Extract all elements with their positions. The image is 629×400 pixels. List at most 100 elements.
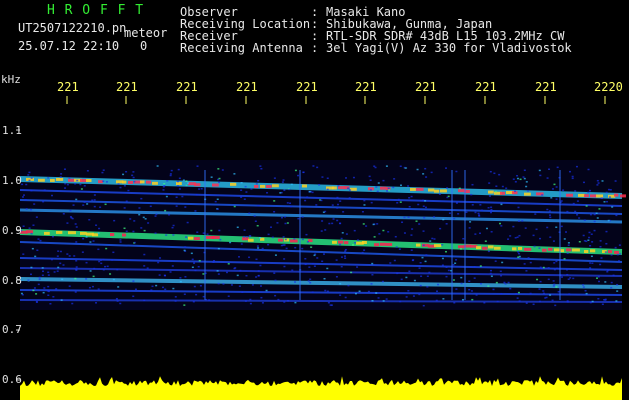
noise-speck [499, 222, 502, 225]
noise-speck [354, 292, 357, 295]
noise-speck [397, 198, 400, 201]
noise-speck [509, 235, 512, 237]
echo-speck [140, 180, 145, 184]
noise-speck [191, 266, 194, 269]
noise-speck [473, 266, 476, 268]
noise-speck [85, 236, 88, 238]
noise-speck [445, 275, 448, 278]
noise-speck [522, 176, 525, 178]
noise-speck [88, 219, 91, 221]
noise-speck [75, 260, 78, 262]
noise-speck [51, 194, 54, 197]
noise-speck [31, 247, 34, 250]
echo-speck [416, 243, 421, 247]
noise-speck [248, 256, 251, 259]
noise-speck [133, 241, 136, 244]
noise-speck [607, 188, 610, 191]
noise-speck [375, 292, 378, 294]
noise-speck [606, 270, 609, 273]
noise-speck [320, 230, 323, 232]
noise-speck [339, 282, 342, 285]
noise-speck [282, 244, 285, 246]
noise-speck [27, 174, 30, 176]
echo-speck [440, 189, 447, 193]
noise-speck [20, 292, 23, 295]
noise-speck [420, 275, 423, 278]
noise-speck [321, 220, 324, 222]
noise-speck [98, 227, 101, 230]
noise-speck [538, 300, 541, 303]
noise-speck [196, 165, 199, 167]
noise-speck [206, 291, 209, 293]
noise-speck [47, 177, 50, 179]
noise-speck [109, 273, 112, 275]
noise-speck [57, 266, 60, 269]
noise-speck [436, 290, 439, 292]
noise-speck [214, 200, 217, 203]
noise-speck [562, 189, 565, 191]
noise-speck [297, 217, 300, 220]
noise-speck [489, 211, 492, 214]
noise-speck [92, 240, 95, 242]
noise-speck [39, 239, 42, 242]
noise-speck [217, 168, 220, 170]
noise-speck [525, 181, 528, 183]
noise-speck [378, 233, 381, 235]
echo-speck [548, 247, 553, 251]
noise-speck [170, 169, 173, 172]
noise-speck [25, 183, 28, 186]
noise-speck [468, 288, 471, 291]
echo-speck [566, 248, 572, 252]
noise-speck [342, 211, 345, 213]
noise-speck [297, 174, 300, 177]
echo-speck [86, 178, 92, 182]
noise-speck [361, 251, 364, 254]
noise-speck [441, 264, 444, 266]
noise-speck [294, 246, 297, 249]
noise-speck [119, 302, 122, 305]
noise-speck [488, 195, 491, 197]
noise-speck [488, 182, 491, 184]
noise-speck [79, 183, 82, 186]
noise-speck [206, 233, 209, 235]
echo-speck [524, 192, 531, 196]
noise-speck [566, 210, 569, 213]
echo-speck [584, 194, 589, 198]
noise-speck [294, 301, 297, 304]
noise-speck [169, 271, 172, 273]
noise-speck [22, 253, 25, 255]
noise-speck [30, 208, 33, 211]
noise-speck [117, 286, 120, 288]
noise-speck [72, 204, 75, 206]
noise-speck [273, 210, 276, 213]
noise-speck [354, 241, 357, 244]
noise-speck [210, 176, 213, 178]
noise-speck [455, 288, 458, 290]
noise-speck [229, 241, 232, 244]
noise-speck [283, 301, 286, 303]
filename-suffix: meteor [124, 26, 168, 40]
noise-speck [32, 224, 35, 226]
echo-speck [500, 191, 506, 195]
noise-speck [52, 296, 55, 298]
noise-speck [37, 238, 40, 240]
noise-speck [69, 209, 72, 212]
noise-speck [539, 266, 542, 269]
noise-speck [567, 244, 570, 246]
noise-speck [585, 205, 588, 207]
noise-speck [132, 295, 135, 298]
noise-speck [329, 304, 332, 306]
noise-speck [99, 259, 102, 261]
noise-speck [163, 184, 166, 187]
noise-speck [59, 262, 62, 265]
echo-speck [122, 233, 127, 237]
noise-speck [356, 266, 359, 268]
noise-speck [495, 185, 498, 187]
noise-speck [517, 252, 520, 255]
noise-speck [460, 282, 463, 285]
noise-speck [371, 300, 374, 302]
noise-speck [523, 177, 526, 180]
echo-speck [260, 184, 266, 188]
noise-speck [127, 189, 130, 192]
noise-speck [163, 182, 166, 185]
